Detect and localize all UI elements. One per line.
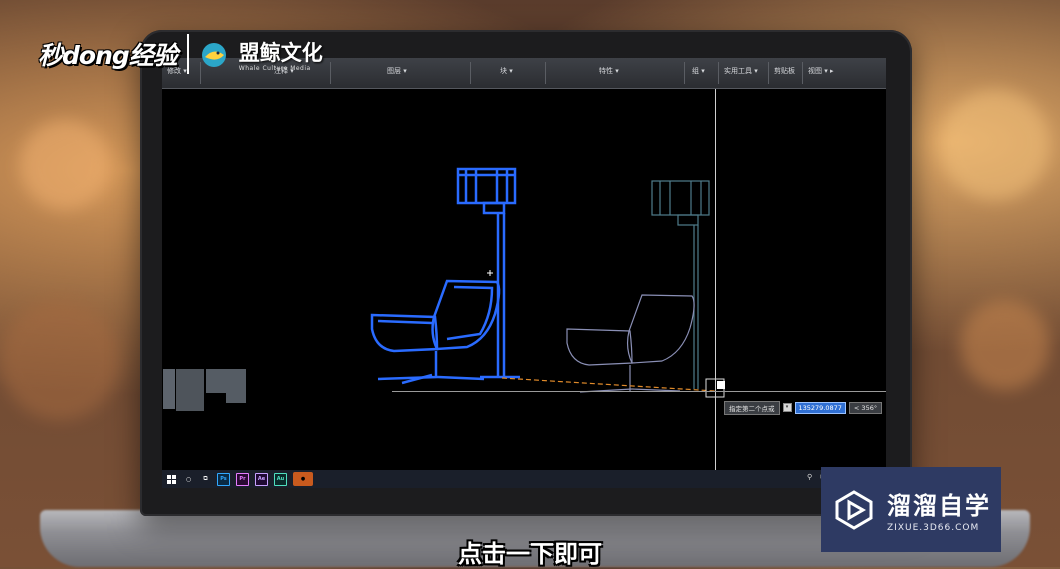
ribbon-panel-block[interactable]: 块 ▾ bbox=[500, 66, 513, 76]
after-effects-icon[interactable]: Ae bbox=[255, 472, 268, 486]
autocad-taskbar-icon[interactable]: ● bbox=[293, 472, 313, 486]
ribbon-panel-layers[interactable]: 图层 ▾ bbox=[387, 66, 407, 76]
ribbon-panel-properties[interactable]: 特性 ▾ bbox=[599, 66, 619, 76]
site-logo: 秒dong经验 bbox=[38, 41, 178, 70]
premiere-icon[interactable]: Pr bbox=[236, 472, 249, 486]
logo-divider bbox=[186, 34, 189, 74]
floor-lamp-ghost bbox=[651, 180, 710, 389]
command-prompt: 指定第二个点或 bbox=[724, 400, 780, 415]
laptop-screen: 修改 ▾ 注释 ▾ 图层 ▾ 块 ▾ 特性 ▾ 组 ▾ 实用工具 ▾ 剪贴板 视… bbox=[162, 58, 886, 488]
windows-taskbar: ○ ⧉ Ps Pr Ae Au ● ⚲ ✉ bbox=[162, 470, 886, 488]
company-name: 盟鲸文化 bbox=[238, 40, 323, 65]
armchair-ghost bbox=[566, 294, 695, 393]
background-bokeh bbox=[0, 300, 120, 420]
background-bokeh bbox=[20, 120, 110, 210]
company-logo: 盟鲸文化 Whale Culture Media bbox=[239, 37, 323, 72]
ribbon-panel-view[interactable]: 视图 ▾ ▸ bbox=[808, 66, 833, 76]
video-logo: 秒dong经验 盟鲸文化 Whale Culture Media bbox=[38, 34, 323, 74]
armchair-selected bbox=[370, 279, 501, 385]
angle-input[interactable]: < 356° bbox=[848, 401, 883, 414]
whale-logo-icon bbox=[201, 43, 226, 67]
photoshop-icon[interactable]: Ps bbox=[217, 472, 230, 486]
ribbon-panel-clipboard[interactable]: 剪贴板 bbox=[774, 66, 795, 76]
distance-input[interactable]: 135279.0877 bbox=[794, 401, 846, 414]
audition-icon[interactable]: Au bbox=[274, 472, 287, 486]
crosshair-vertical bbox=[715, 89, 716, 470]
ribbon-panel-groups[interactable]: 组 ▾ bbox=[692, 66, 705, 76]
company-subtitle: Whale Culture Media bbox=[238, 64, 311, 72]
options-icon[interactable]: ▾ bbox=[782, 403, 792, 412]
network-icon[interactable]: ⚲ bbox=[807, 473, 812, 481]
brand-play-icon bbox=[835, 489, 873, 530]
search-icon[interactable]: ○ bbox=[183, 474, 194, 485]
background-bokeh bbox=[960, 300, 1050, 390]
cursor-marker bbox=[487, 270, 493, 276]
video-subtitle: 点击一下即可 bbox=[458, 540, 602, 568]
dynamic-input[interactable]: 指定第二个点或 ▾ 135279.0877 < 356° bbox=[724, 400, 883, 415]
brand-title: 溜溜自学 bbox=[887, 492, 991, 520]
task-view-icon[interactable]: ⧉ bbox=[200, 474, 211, 485]
crosshair-horizontal bbox=[392, 391, 886, 392]
rubber-band-line bbox=[501, 377, 716, 392]
block-thumbnails bbox=[163, 369, 246, 411]
snap-marker bbox=[717, 381, 725, 389]
windows-start-icon[interactable] bbox=[166, 474, 177, 485]
ribbon-panel-utilities[interactable]: 实用工具 ▾ bbox=[724, 66, 758, 76]
background-bokeh bbox=[940, 90, 1050, 200]
brand-url: ZIXUE.3D66.COM bbox=[887, 523, 980, 533]
